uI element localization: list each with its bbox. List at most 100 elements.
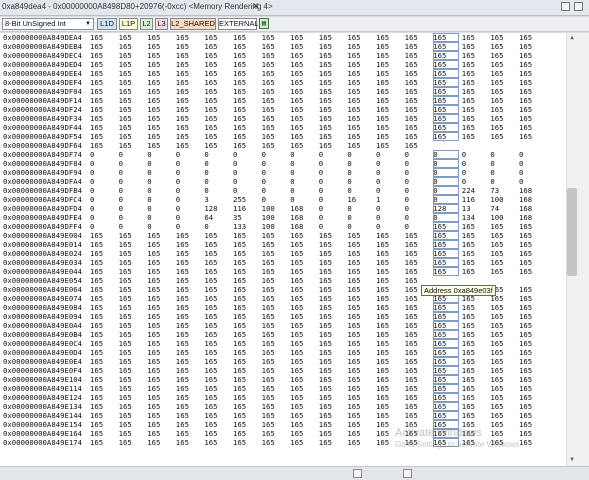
memory-value-cell[interactable]: 165 [119,96,145,105]
memory-value-cell[interactable]: 165 [290,132,316,141]
memory-value-cell[interactable]: 0 [405,213,431,222]
memory-value-cell[interactable]: 165 [376,123,402,132]
memory-value-cell[interactable]: 0 [405,204,431,213]
memory-value-cell[interactable]: 165 [176,267,202,276]
memory-value-cell[interactable]: 165 [119,402,145,411]
memory-value-cell[interactable]: 165 [290,231,316,240]
memory-value-cell[interactable]: 165 [405,42,431,51]
memory-value-cell[interactable]: 165 [376,348,402,357]
memory-value-cell[interactable]: 165 [262,339,288,348]
memory-row[interactable]: 0x00000000A849DFC4 0 0 0 0 3 255 0 0 0 16 1 0 0 116 100… [0,195,566,204]
memory-value-cell[interactable]: 0 [433,213,460,222]
memory-value-cell[interactable]: 165 [319,366,345,375]
memory-value-cell[interactable]: 165 [376,114,402,123]
memory-value-cell[interactable]: 165 [490,240,516,249]
memory-value-cell[interactable]: 165 [405,366,431,375]
memory-value-cell[interactable]: 100 [490,213,516,222]
memory-value-cell[interactable]: 0 [433,150,460,159]
memory-value-cell[interactable]: 165 [433,357,460,366]
memory-value-cell[interactable]: 165 [519,285,545,294]
close-tab-icon[interactable]: ✕ [252,1,260,12]
memory-value-cell[interactable]: 0 [376,213,402,222]
memory-row[interactable]: 0x00000000A849DFA4 0 0 0 0 0 0 0 0 0 0 0 0 0 0 0 0 [0,177,566,186]
memory-value-cell[interactable]: 165 [319,33,345,42]
memory-value-cell[interactable]: 165 [490,384,516,393]
memory-value-cell[interactable]: 0 [147,204,173,213]
memory-row[interactable]: 0x00000000A849DF54 165 165 165 165 165 165 165 1… [0,132,566,141]
memory-value-cell[interactable]: 165 [90,240,116,249]
memory-value-cell[interactable]: 0 [233,159,259,168]
memory-value-cell[interactable]: 165 [405,339,431,348]
memory-value-cell[interactable]: 0 [147,222,173,231]
memory-value-cell[interactable]: 0 [119,150,145,159]
memory-value-cell[interactable]: 165 [290,123,316,132]
memory-row[interactable]: 0x00000000A849DFF4 0 0 0 0 0 133 100 168 0 0 0 0 165 1… [0,222,566,231]
memory-value-cell[interactable]: 165 [519,312,545,321]
memory-value-cell[interactable]: 165 [290,402,316,411]
memory-value-cell[interactable]: 165 [262,348,288,357]
memory-value-cell[interactable]: 0 [90,195,116,204]
memory-value-cell[interactable]: 165 [433,321,460,330]
memory-value-cell[interactable]: 165 [90,357,116,366]
memory-value-cell[interactable]: 165 [319,69,345,78]
memory-value-cell[interactable]: 165 [433,33,460,42]
terminal-icon[interactable] [353,469,362,478]
memory-value-cell[interactable]: 165 [262,312,288,321]
memory-row[interactable]: 0x00000000A849E054 165 165 165 165 165 165 165 1… [0,276,566,285]
memory-value-cell[interactable]: 165 [462,87,488,96]
memory-value-cell[interactable]: 165 [119,267,145,276]
memory-value-cell[interactable]: 165 [462,402,488,411]
memory-value-cell[interactable]: 165 [147,123,173,132]
memory-value-cell[interactable]: 165 [433,339,460,348]
memory-value-cell[interactable]: 165 [176,240,202,249]
memory-value-cell[interactable]: 165 [204,60,230,69]
memory-value-cell[interactable]: 165 [119,294,145,303]
memory-value-cell[interactable]: 0 [376,177,402,186]
memory-value-cell[interactable]: 165 [319,384,345,393]
memory-value-cell[interactable]: 165 [462,384,488,393]
scrollbar-thumb[interactable] [567,188,577,276]
memory-value-cell[interactable]: 165 [376,276,402,285]
memory-value-cell[interactable]: 165 [433,258,460,267]
memory-value-cell[interactable]: 165 [90,321,116,330]
memory-value-cell[interactable]: 165 [147,114,173,123]
memory-value-cell[interactable]: 0 [147,150,173,159]
memory-value-cell[interactable]: 165 [176,312,202,321]
memory-value-cell[interactable]: 165 [290,429,316,438]
memory-value-cell[interactable]: 165 [319,276,345,285]
memory-value-cell[interactable]: 0 [233,150,259,159]
memory-value-cell[interactable]: 0 [204,168,230,177]
memory-value-cell[interactable]: 165 [262,357,288,366]
memory-value-cell[interactable]: 165 [319,348,345,357]
memory-value-cell[interactable]: 165 [433,132,460,141]
memory-value-cell[interactable]: 165 [319,105,345,114]
memory-value-cell[interactable]: 0 [319,168,345,177]
memory-row[interactable]: 0x00000000A849DED4 165 165 165 165 165 165 165 1… [0,60,566,69]
memory-value-cell[interactable]: 165 [176,303,202,312]
memory-value-cell[interactable]: 165 [319,438,345,447]
memory-value-cell[interactable]: 165 [319,429,345,438]
memory-value-cell[interactable]: 165 [405,132,431,141]
memory-row[interactable]: 0x00000000A849E124 165 165 165 165 165 165 165 1… [0,393,566,402]
memory-value-cell[interactable]: 0 [147,168,173,177]
memory-value-cell[interactable]: 165 [376,60,402,69]
memory-value-cell[interactable]: 165 [519,51,545,60]
memory-value-cell[interactable]: 165 [462,105,488,114]
memory-value-cell[interactable]: 128 [204,204,230,213]
memory-value-cell[interactable]: 0 [90,186,116,195]
memory-value-cell[interactable]: 165 [347,321,373,330]
memory-value-cell[interactable]: 165 [519,105,545,114]
memory-value-cell[interactable]: 165 [462,96,488,105]
memory-value-cell[interactable]: 165 [290,411,316,420]
memory-value-cell[interactable]: 165 [290,96,316,105]
memory-value-cell[interactable]: 165 [233,294,259,303]
settings-icon[interactable] [403,469,412,478]
memory-value-cell[interactable]: 168 [519,213,545,222]
memory-row[interactable]: 0x00000000A849E114 165 165 165 165 165 165 165 1… [0,384,566,393]
memory-value-cell[interactable]: 165 [233,348,259,357]
memory-value-cell[interactable]: 165 [119,393,145,402]
memory-row[interactable]: 0x00000000A849E044 165 165 165 165 165 165 165 1… [0,267,566,276]
memory-value-cell[interactable]: 0 [233,177,259,186]
memory-value-cell[interactable]: 165 [90,105,116,114]
memory-value-cell[interactable]: 165 [233,321,259,330]
